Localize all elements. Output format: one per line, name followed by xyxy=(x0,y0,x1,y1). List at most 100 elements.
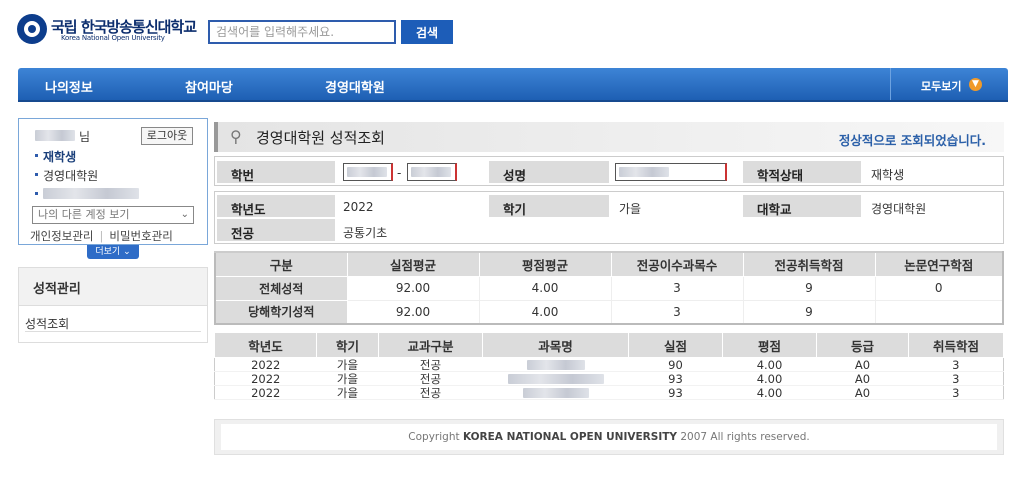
year-value: 2022 xyxy=(343,200,374,214)
courses-header: 학년도 xyxy=(214,332,317,358)
course-cell: 3 xyxy=(908,371,1004,386)
courses-header: 평점 xyxy=(722,332,817,358)
student-id-label: 학번 xyxy=(217,161,335,183)
logo-english-text: Korea National Open University xyxy=(61,34,165,42)
course-cell: 전공 xyxy=(378,385,483,400)
course-grades-table: 학년도 학기 교과구분 과목명 실점 평점 등급 취득학점 2022 가을 전공… xyxy=(214,332,1004,400)
student-id-part1-field xyxy=(343,163,393,181)
course-cell: 가을 xyxy=(316,385,379,400)
course-cell: A0 xyxy=(816,357,909,372)
courses-header: 학기 xyxy=(316,332,379,358)
user-name-suffix: 님 xyxy=(79,130,91,144)
personal-info-link[interactable]: 개인정보관리 xyxy=(30,229,93,243)
course-info-block: 학년도 2022 학기 가을 대학교 경영대학원 전공 공통기초 xyxy=(214,191,1004,244)
chevron-down-icon: ▼ xyxy=(969,78,982,91)
course-cell: 2022 xyxy=(214,357,317,372)
view-all-button[interactable]: 모두보기 ▼ xyxy=(890,68,1008,100)
other-account-select[interactable]: 나의 다른 계정 보기 ⌄ xyxy=(32,206,194,224)
chevron-down-icon: ⌄ xyxy=(180,209,189,220)
table-row: 2022 가을 전공 93 4.00 A0 3 xyxy=(214,385,1004,400)
academic-status-value: 재학생 xyxy=(871,168,905,182)
side-menu: 성적관리 성적조회 xyxy=(18,267,208,343)
footer: Copyright KOREA NATIONAL OPEN UNIVERSITY… xyxy=(214,419,1004,455)
course-cell: 전공 xyxy=(378,357,483,372)
user-id-row xyxy=(35,186,139,200)
logout-button[interactable]: 로그아웃 xyxy=(141,127,193,145)
blurred-user-name xyxy=(35,130,75,141)
major-label: 전공 xyxy=(217,219,335,241)
student-id-separator: - xyxy=(397,166,402,180)
page-title-bar: ⚲ 경영대학원 성적조회 정상적으로 조회되었습니다. xyxy=(214,122,1004,152)
courses-header: 등급 xyxy=(816,332,909,358)
university-emblem-icon xyxy=(17,14,47,44)
name-label: 성명 xyxy=(489,161,609,183)
search-button[interactable]: 검색 xyxy=(401,20,453,44)
summary-header: 평점평균 xyxy=(478,251,612,277)
college-value: 경영대학원 xyxy=(871,202,927,216)
student-id-part2-field xyxy=(407,163,457,181)
course-cell: 2022 xyxy=(214,385,317,400)
blurred-user-id xyxy=(43,188,139,199)
table-row: 2022 가을 전공 93 4.00 A0 3 xyxy=(214,371,1004,386)
course-cell: 2022 xyxy=(214,371,317,386)
summary-row-label: 당해학기성적 xyxy=(214,299,348,325)
course-cell: 가을 xyxy=(316,371,379,386)
status-message: 정상적으로 조회되었습니다. xyxy=(838,133,986,148)
major-value: 공통기초 xyxy=(343,226,388,240)
summary-header: 전공취득학점 xyxy=(742,251,876,277)
divider xyxy=(25,331,201,332)
summary-cell: 0 xyxy=(874,275,1004,301)
semester-value: 가을 xyxy=(619,202,642,216)
course-cell: 3 xyxy=(908,385,1004,400)
course-cell: 4.00 xyxy=(722,385,817,400)
search-input[interactable] xyxy=(208,20,396,44)
course-cell: 4.00 xyxy=(722,357,817,372)
table-row: 전체성적 92.00 4.00 3 9 0 xyxy=(214,275,1004,301)
user-status: 재학생 xyxy=(35,148,76,165)
summary-cell: 92.00 xyxy=(346,299,480,325)
nav-item-myinfo[interactable]: 나의정보 xyxy=(45,77,93,96)
course-cell: 3 xyxy=(908,357,1004,372)
more-button[interactable]: 더보기 ⌄ xyxy=(87,245,139,259)
user-school: 경영대학원 xyxy=(35,167,98,184)
course-cell: 93 xyxy=(628,371,723,386)
summary-header: 구분 xyxy=(214,251,348,277)
nav-item-business-school[interactable]: 경영대학원 xyxy=(325,77,385,96)
summary-cell: 3 xyxy=(610,275,744,301)
course-cell: 가을 xyxy=(316,357,379,372)
summary-header: 논문연구학점 xyxy=(874,251,1004,277)
copyright-text: Copyright KOREA NATIONAL OPEN UNIVERSITY… xyxy=(221,424,997,450)
summary-cell: 4.00 xyxy=(478,299,612,325)
course-cell: A0 xyxy=(816,385,909,400)
name-field xyxy=(615,163,727,181)
academic-status-label: 학적상태 xyxy=(743,161,861,183)
course-cell: 93 xyxy=(628,385,723,400)
main-nav: 나의정보 참여마당 경영대학원 모두보기 ▼ xyxy=(18,68,1008,102)
university-logo[interactable]: 국립 한국방송통신대학교 Korea National Open Univers… xyxy=(17,14,197,48)
courses-header: 실점 xyxy=(628,332,723,358)
side-menu-item-grade-inquiry[interactable]: 성적조회 xyxy=(25,315,69,332)
summary-cell: 92.00 xyxy=(346,275,480,301)
course-cell: 4.00 xyxy=(722,371,817,386)
blurred-course-name xyxy=(526,360,585,370)
courses-header: 과목명 xyxy=(482,332,629,358)
courses-header: 교과구분 xyxy=(378,332,483,358)
summary-cell: 9 xyxy=(742,299,876,325)
password-link[interactable]: 비밀번호관리 xyxy=(109,229,172,243)
summary-header: 실점평균 xyxy=(346,251,480,277)
nav-item-community[interactable]: 참여마당 xyxy=(185,77,233,96)
view-all-label: 모두보기 xyxy=(921,80,962,93)
summary-header-row: 구분 실점평균 평점평균 전공이수과목수 전공취득학점 논문연구학점 xyxy=(214,251,1004,277)
summary-cell xyxy=(874,299,1004,325)
summary-cell: 4.00 xyxy=(478,275,612,301)
grade-summary-table: 구분 실점평균 평점평균 전공이수과목수 전공취득학점 논문연구학점 전체성적 … xyxy=(214,251,1004,325)
summary-cell: 3 xyxy=(610,299,744,325)
summary-header: 전공이수과목수 xyxy=(610,251,744,277)
courses-header: 취득학점 xyxy=(908,332,1004,358)
courses-header-row: 학년도 학기 교과구분 과목명 실점 평점 등급 취득학점 xyxy=(214,332,1004,358)
blurred-course-name xyxy=(507,374,604,384)
table-row: 2022 가을 전공 90 4.00 A0 3 xyxy=(214,357,1004,372)
blurred-course-name xyxy=(522,388,589,398)
course-cell: A0 xyxy=(816,371,909,386)
course-name-cell xyxy=(482,385,629,400)
